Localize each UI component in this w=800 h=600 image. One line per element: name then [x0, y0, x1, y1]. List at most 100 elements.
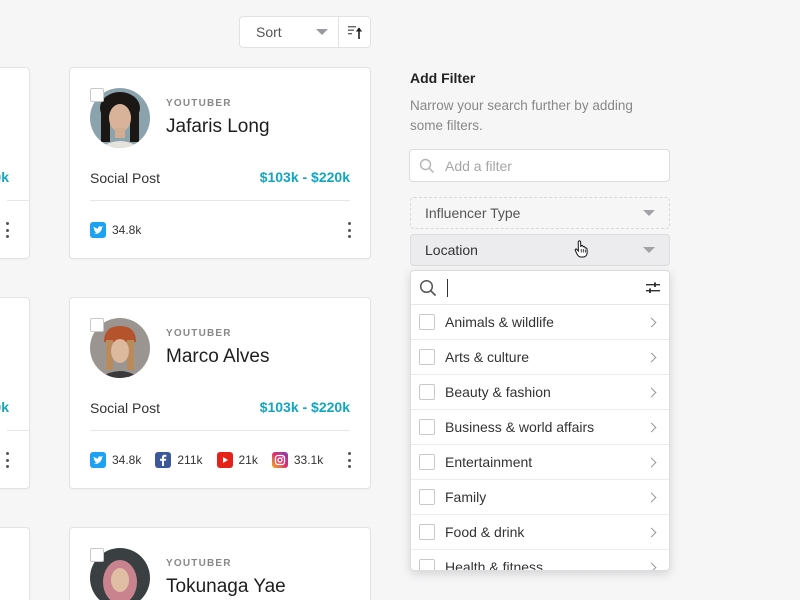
- search-icon: [419, 279, 437, 296]
- facebook-icon: [155, 452, 172, 468]
- influencer-card[interactable]: YOUTUBER Jafaris Long Social Post $103k …: [69, 67, 371, 259]
- influencer-card[interactable]: YOUTUBER Marco Alves Social Post $103k -…: [69, 297, 371, 489]
- influencer-card[interactable]: YOUTUBER Tokunaga Yae: [69, 527, 371, 600]
- social-stat-twitter: 34.8k: [90, 222, 141, 238]
- influencer-name: Tokunaga Yae: [166, 576, 286, 597]
- sort-direction-button[interactable]: [338, 17, 370, 47]
- influencer-card-partial[interactable]: [0, 527, 30, 600]
- chevron-right-icon: [646, 492, 657, 502]
- option-checkbox[interactable]: [419, 384, 435, 400]
- option-label: Business & world affairs: [445, 419, 595, 435]
- location-label: Location: [425, 242, 478, 258]
- option-label: Arts & culture: [445, 349, 530, 365]
- post-type: Social Post: [90, 170, 161, 186]
- option-checkbox[interactable]: [419, 559, 435, 570]
- instagram-count: 33.1k: [293, 453, 324, 467]
- option-checkbox[interactable]: [419, 349, 435, 365]
- influencer-name: Marco Alves: [166, 346, 270, 367]
- filter-description: Narrow your search further by adding som…: [410, 98, 633, 133]
- sort-ascending-icon: [347, 26, 362, 39]
- twitter-count: 34.8k: [112, 453, 142, 467]
- dropdown-option[interactable]: Entertainment: [411, 445, 669, 480]
- dropdown-option[interactable]: Food & drink: [411, 515, 669, 550]
- chevron-right-icon: [646, 527, 657, 537]
- twitter-icon: [90, 222, 106, 238]
- filter-search-input[interactable]: [445, 150, 669, 181]
- chevron-right-icon: [646, 387, 657, 397]
- option-checkbox[interactable]: [419, 454, 435, 470]
- price-range: $103k - $220k: [259, 169, 350, 185]
- influencer-role: YOUTUBER: [166, 98, 232, 109]
- option-checkbox[interactable]: [419, 314, 435, 330]
- location-dropdown: Animals & wildlife Arts & culture Beauty &…: [410, 270, 670, 571]
- dropdown-option[interactable]: Business & world affairs: [411, 410, 669, 445]
- youtube-icon: [216, 452, 233, 468]
- twitter-count: 34.8k: [112, 223, 142, 237]
- chevron-down-icon[interactable]: [316, 29, 328, 35]
- option-label: Entertainment: [445, 454, 533, 470]
- influencer-type-select[interactable]: Influencer Type: [410, 197, 670, 229]
- search-icon: [419, 158, 435, 173]
- influencer-name: Jafaris Long: [166, 116, 270, 137]
- twitter-icon: [90, 452, 106, 468]
- social-stats: 34.8k 211k 21k 33.1k: [90, 452, 337, 468]
- price-range-fragment: 0k: [0, 169, 9, 185]
- option-checkbox[interactable]: [419, 524, 435, 540]
- instagram-icon: [271, 452, 288, 468]
- influencer-role: YOUTUBER: [166, 328, 232, 339]
- divider: [7, 200, 29, 201]
- sort-dropdown[interactable]: Sort: [240, 24, 316, 40]
- chevron-right-icon: [646, 352, 657, 362]
- divider: [90, 200, 350, 201]
- social-stat-youtube: 21k: [216, 452, 258, 468]
- dropdown-search-input[interactable]: [447, 278, 448, 297]
- social-stat-twitter: 34.8k: [90, 452, 141, 468]
- price-range: $103k - $220k: [259, 399, 350, 415]
- social-stat-instagram: 33.1k: [271, 452, 324, 468]
- influencer-card-partial[interactable]: 0k: [0, 67, 30, 259]
- option-checkbox[interactable]: [419, 419, 435, 435]
- price-range-fragment: 0k: [0, 399, 9, 415]
- post-type: Social Post: [90, 400, 161, 416]
- influencer-card-partial[interactable]: 0k: [0, 297, 30, 489]
- more-options-icon[interactable]: [346, 222, 352, 238]
- option-label: Family: [445, 489, 487, 505]
- influencer-type-label: Influencer Type: [425, 205, 521, 221]
- more-options-icon[interactable]: [6, 452, 10, 468]
- option-checkbox[interactable]: [419, 489, 435, 505]
- dropdown-option[interactable]: Arts & culture: [411, 340, 669, 375]
- option-label: Beauty & fashion: [445, 384, 551, 400]
- divider: [90, 430, 350, 431]
- option-label: Food & drink: [445, 524, 525, 540]
- location-select[interactable]: Location: [410, 234, 670, 266]
- card-select-checkbox[interactable]: [90, 88, 104, 102]
- dropdown-option[interactable]: Animals & wildlife: [411, 305, 669, 340]
- chevron-right-icon: [646, 317, 657, 327]
- card-select-checkbox[interactable]: [90, 318, 104, 332]
- dropdown-search-row: [411, 271, 669, 305]
- chevron-right-icon: [646, 457, 657, 467]
- chevron-down-icon: [643, 247, 655, 253]
- influencer-role: YOUTUBER: [166, 558, 232, 569]
- chevron-down-icon: [643, 210, 655, 216]
- option-label: Animals & wildlife: [445, 314, 554, 330]
- option-label: Health & fitness: [445, 559, 544, 571]
- social-stats: 34.8k: [90, 222, 155, 238]
- dropdown-list: Animals & wildlife Arts & culture Beauty &…: [411, 305, 669, 571]
- card-select-checkbox[interactable]: [90, 548, 104, 562]
- chevron-right-icon: [646, 422, 657, 432]
- filter-settings-icon[interactable]: [645, 282, 661, 294]
- social-stat-facebook: 211k: [155, 452, 203, 468]
- filter-search-box: [409, 149, 670, 182]
- chevron-right-icon: [646, 562, 657, 570]
- filter-title: Add Filter: [410, 70, 476, 86]
- dropdown-option[interactable]: Family: [411, 480, 669, 515]
- facebook-count: 211k: [177, 453, 203, 467]
- sort-control: Sort: [239, 16, 371, 48]
- dropdown-option[interactable]: Health & fitness: [411, 550, 669, 571]
- divider: [7, 430, 29, 431]
- dropdown-option[interactable]: Beauty & fashion: [411, 375, 669, 410]
- hand-pointer-icon: [574, 240, 588, 258]
- more-options-icon[interactable]: [346, 452, 352, 468]
- more-options-icon[interactable]: [6, 222, 10, 238]
